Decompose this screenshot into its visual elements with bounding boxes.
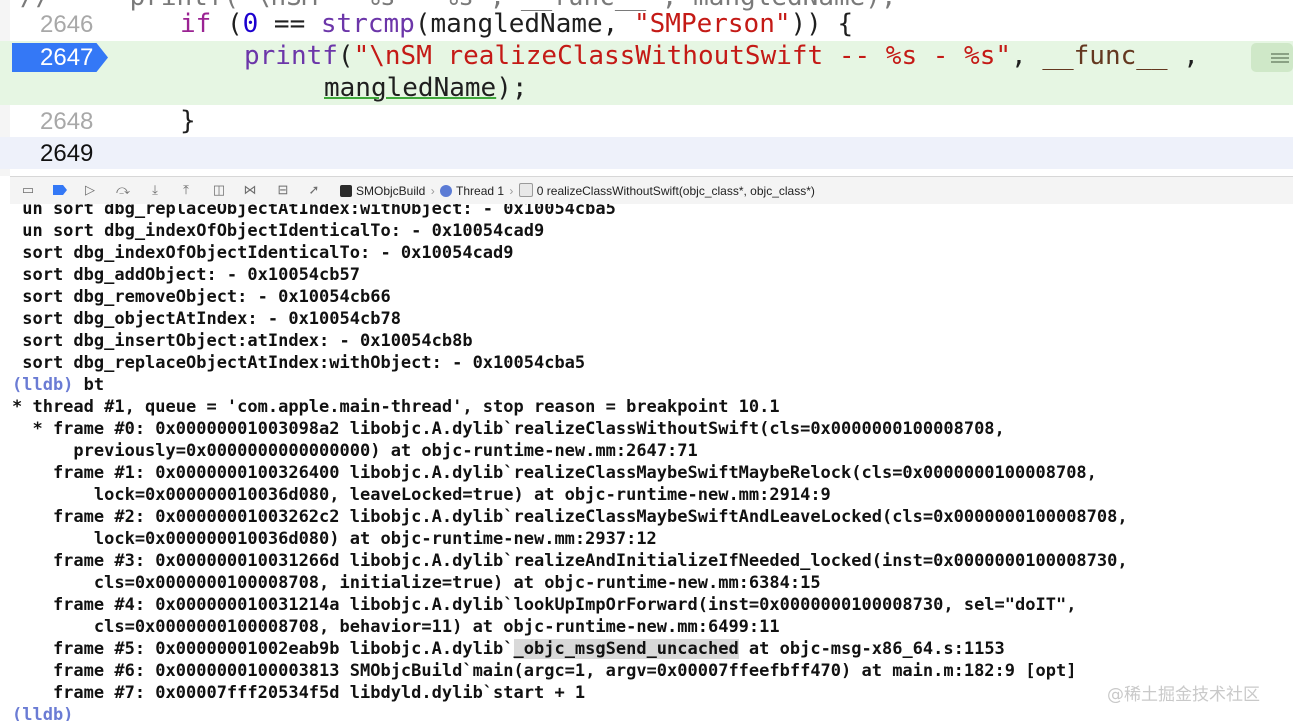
console-input-line[interactable]: (lldb) [12,704,73,721]
source-editor[interactable]: // printf("\nSM --%s - %s", __func__ , m… [0,0,1293,176]
code-text: } [180,106,196,136]
code-text-wrapped: mangledName); [324,73,528,103]
selected-text[interactable]: _objc_msgSend_uncached [513,639,739,659]
number-literal: 0 [242,9,259,39]
view-debugger-icon[interactable]: ◫ [211,182,227,198]
frame-text: at objc-msg-x86_64.s:1153 [738,639,1005,659]
breakpoint-marker[interactable]: 2647 [12,43,108,72]
minimap-line [1271,53,1289,55]
lldb-prompt: (lldb) [12,705,74,721]
function-name: strcmp [320,9,415,39]
code-token: )) { [790,9,854,39]
memory-graph-icon[interactable]: ⋈ [242,182,258,198]
environment-overrides-icon[interactable]: ⊟ [275,182,291,198]
code-line-2646[interactable]: 2646 if (0 == strcmp(mangledName, "SMPer… [0,8,1293,42]
console-line: sort dbg_removeObject: - 0x10054cb66 [12,287,391,307]
backtrace-line: frame #1: 0x0000000100326400 libobjc.A.d… [12,463,1097,483]
breadcrumb-thread[interactable]: Thread 1 [440,184,504,198]
variable-name: mangledName [324,73,497,103]
watermark: @稀土掘金技术社区 [1107,685,1260,705]
breakpoint-line-number: 2647 [40,44,94,71]
function-name: printf [244,41,338,71]
console-line: sort dbg_addObject: - 0x10054cb57 [12,265,360,285]
debug-bar: ▭ ▷ ⤼ ⤓ ⤒ ◫ ⋈ ⊟ ➚ SMObjcBuild › Thread 1… [10,176,1293,205]
backtrace-line: frame #7: 0x00007fff20534f5d libdyld.dyl… [12,683,586,703]
backtrace-line: frame #6: 0x0000000100003813 SMObjcBuild… [12,661,1077,681]
breakpoints-toggle-icon[interactable] [52,182,68,198]
breadcrumb-target-label: SMObjcBuild [356,184,426,198]
code-line-2645-partial: // printf("\nSM --%s - %s", __func__ , m… [0,0,1293,12]
line-number: 2646 [40,11,94,38]
line-number: 2649 [40,140,94,167]
thread-icon [440,185,453,197]
stack-frame-icon [518,183,533,197]
string-literal: "\nSM realizeClassWithoutSwift -- %s - %… [353,41,1012,71]
breadcrumb-frame[interactable]: 0 realizeClassWithoutSwift(objc_class*, … [518,183,815,198]
console-line: sort dbg_objectAtIndex: - 0x10054cb78 [12,309,401,329]
backtrace-line: frame #2: 0x00000001003262c2 libobjc.A.d… [12,507,1128,527]
breadcrumb-thread-label: Thread 1 [456,184,505,198]
app-target-icon [340,185,352,197]
backtrace-line: frame #4: 0x000000010031214a libobjc.A.d… [12,595,1077,615]
breadcrumb: SMObjcBuild › Thread 1 › 0 realizeClassW… [340,183,815,198]
breadcrumb-separator: › [430,184,435,198]
code-token: ( [337,41,354,71]
code-token: ); [496,73,528,103]
frame-text: frame #5: 0x00000001002eab9b libobjc.A.d… [12,639,514,659]
minimap-indicator[interactable] [1251,43,1293,72]
step-into-icon[interactable]: ⤓ [147,182,163,198]
code-token: , [1011,41,1043,71]
current-line-2647[interactable]: printf("\nSM realizeClassWithoutSwift --… [0,41,1293,105]
code-text: printf("\nSM realizeClassWithoutSwift --… [244,41,1199,71]
minimap-line [1271,57,1289,59]
code-token: (mangledName, [414,9,634,39]
console-line: un sort dbg_replaceObjectAtIndex:withObj… [12,204,616,219]
code-line-2649[interactable]: 2649 [0,137,1293,169]
backtrace-line: * frame #0: 0x00000001003098a2 libobjc.A… [12,419,1005,439]
step-out-icon[interactable]: ⤒ [178,182,194,198]
lldb-command: bt [73,375,105,395]
backtrace-line: lock=0x000000010036d080, leaveLocked=tru… [12,485,831,505]
code-token: ( [211,9,243,39]
console-line: un sort dbg_indexOfObjectIdenticalTo: - … [12,221,545,241]
continue-icon[interactable]: ▷ [82,182,98,198]
console-line: sort dbg_indexOfObjectIdenticalTo: - 0x1… [12,243,514,263]
backtrace-line: lock=0x000000010036d080) at objc-runtime… [12,529,657,549]
console-line: sort dbg_replaceObjectAtIndex:withObject… [12,353,586,373]
backtrace-line-frame-5: frame #5: 0x00000001002eab9b libobjc.A.d… [12,638,1005,660]
step-over-icon[interactable]: ⤼ [115,182,131,198]
breadcrumb-frame-label: 0 realizeClassWithoutSwift(objc_class*, … [536,184,815,198]
line-number: 2648 [40,108,94,135]
keyword-if: if [180,9,212,39]
console-line: sort dbg_insertObject:atIndex: - 0x10054… [12,331,473,351]
code-token: == [258,9,321,39]
code-token: , [1167,41,1199,71]
breadcrumb-target[interactable]: SMObjcBuild [340,184,425,198]
console-command-line: (lldb) bt [12,374,104,396]
debug-console[interactable]: un sort dbg_replaceObjectAtIndex:withObj… [10,204,1293,721]
breadcrumb-separator: › [509,184,514,198]
backtrace-line: cls=0x0000000100008708, behavior=11) at … [12,617,780,637]
backtrace-line: * thread #1, queue = 'com.apple.main-thr… [12,397,780,417]
string-literal: "SMPerson" [633,9,791,39]
code-line-2648[interactable]: 2648 } [0,106,1293,138]
location-icon[interactable]: ➚ [306,182,322,198]
lldb-prompt: (lldb) [12,375,74,395]
minimap-line [1271,61,1289,63]
backtrace-line: cls=0x0000000100008708, initialize=true)… [12,573,821,593]
macro-token: __func__ [1042,41,1168,71]
backtrace-line: frame #3: 0x000000010031266d libobjc.A.d… [12,551,1128,571]
hide-console-icon[interactable]: ▭ [20,182,36,198]
code-text: if (0 == strcmp(mangledName, "SMPerson")… [180,9,853,39]
backtrace-line: previously=0x0000000000000000) at objc-r… [12,441,698,461]
